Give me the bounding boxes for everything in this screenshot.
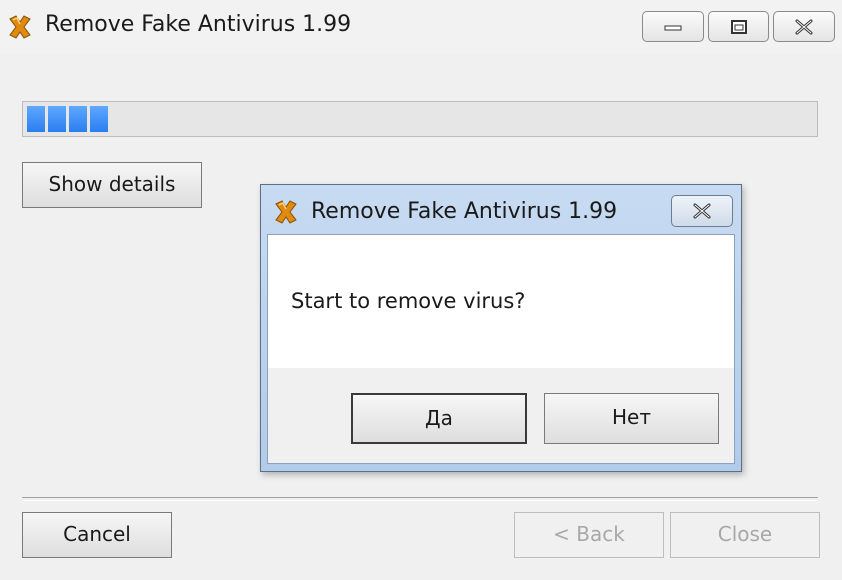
cancel-label: Cancel	[63, 522, 131, 546]
close-button[interactable]: Close	[670, 512, 820, 558]
back-button[interactable]: < Back	[514, 512, 664, 558]
app-x-icon	[275, 200, 297, 224]
main-window: Remove Fake Antivirus 1.99 Show details	[0, 0, 842, 580]
progress-segment	[90, 106, 108, 132]
app-x-icon	[9, 15, 31, 39]
close-icon	[795, 19, 813, 34]
confirm-dialog: Remove Fake Antivirus 1.99 Start to remo…	[260, 184, 742, 472]
progress-segment	[27, 106, 45, 132]
dialog-message: Start to remove virus?	[291, 289, 526, 313]
title-bar[interactable]: Remove Fake Antivirus 1.99	[0, 0, 842, 54]
back-label: < Back	[553, 522, 625, 546]
show-details-button[interactable]: Show details	[22, 162, 202, 208]
progress-bar	[22, 101, 818, 137]
yes-button[interactable]: Да	[351, 393, 527, 444]
progress-segment	[48, 106, 66, 132]
dialog-content: Start to remove virus?	[268, 235, 734, 368]
dialog-close-button[interactable]	[671, 195, 733, 227]
footer-divider	[22, 497, 818, 501]
show-details-label: Show details	[48, 172, 176, 196]
window-title: Remove Fake Antivirus 1.99	[45, 12, 352, 37]
maximize-button[interactable]	[708, 11, 769, 42]
dialog-title: Remove Fake Antivirus 1.99	[311, 199, 618, 224]
no-button[interactable]: Нет	[544, 393, 719, 444]
yes-label: Да	[425, 406, 453, 430]
no-label: Нет	[612, 405, 651, 429]
cancel-button[interactable]: Cancel	[22, 512, 172, 558]
close-window-button[interactable]	[773, 11, 835, 42]
dialog-body: Start to remove virus? Да Нет	[267, 234, 735, 464]
close-icon	[693, 203, 711, 219]
maximize-icon	[730, 19, 747, 34]
minimize-icon	[664, 25, 682, 30]
minimize-button[interactable]	[642, 11, 704, 42]
close-label: Close	[717, 522, 773, 546]
progress-segment	[69, 106, 87, 132]
